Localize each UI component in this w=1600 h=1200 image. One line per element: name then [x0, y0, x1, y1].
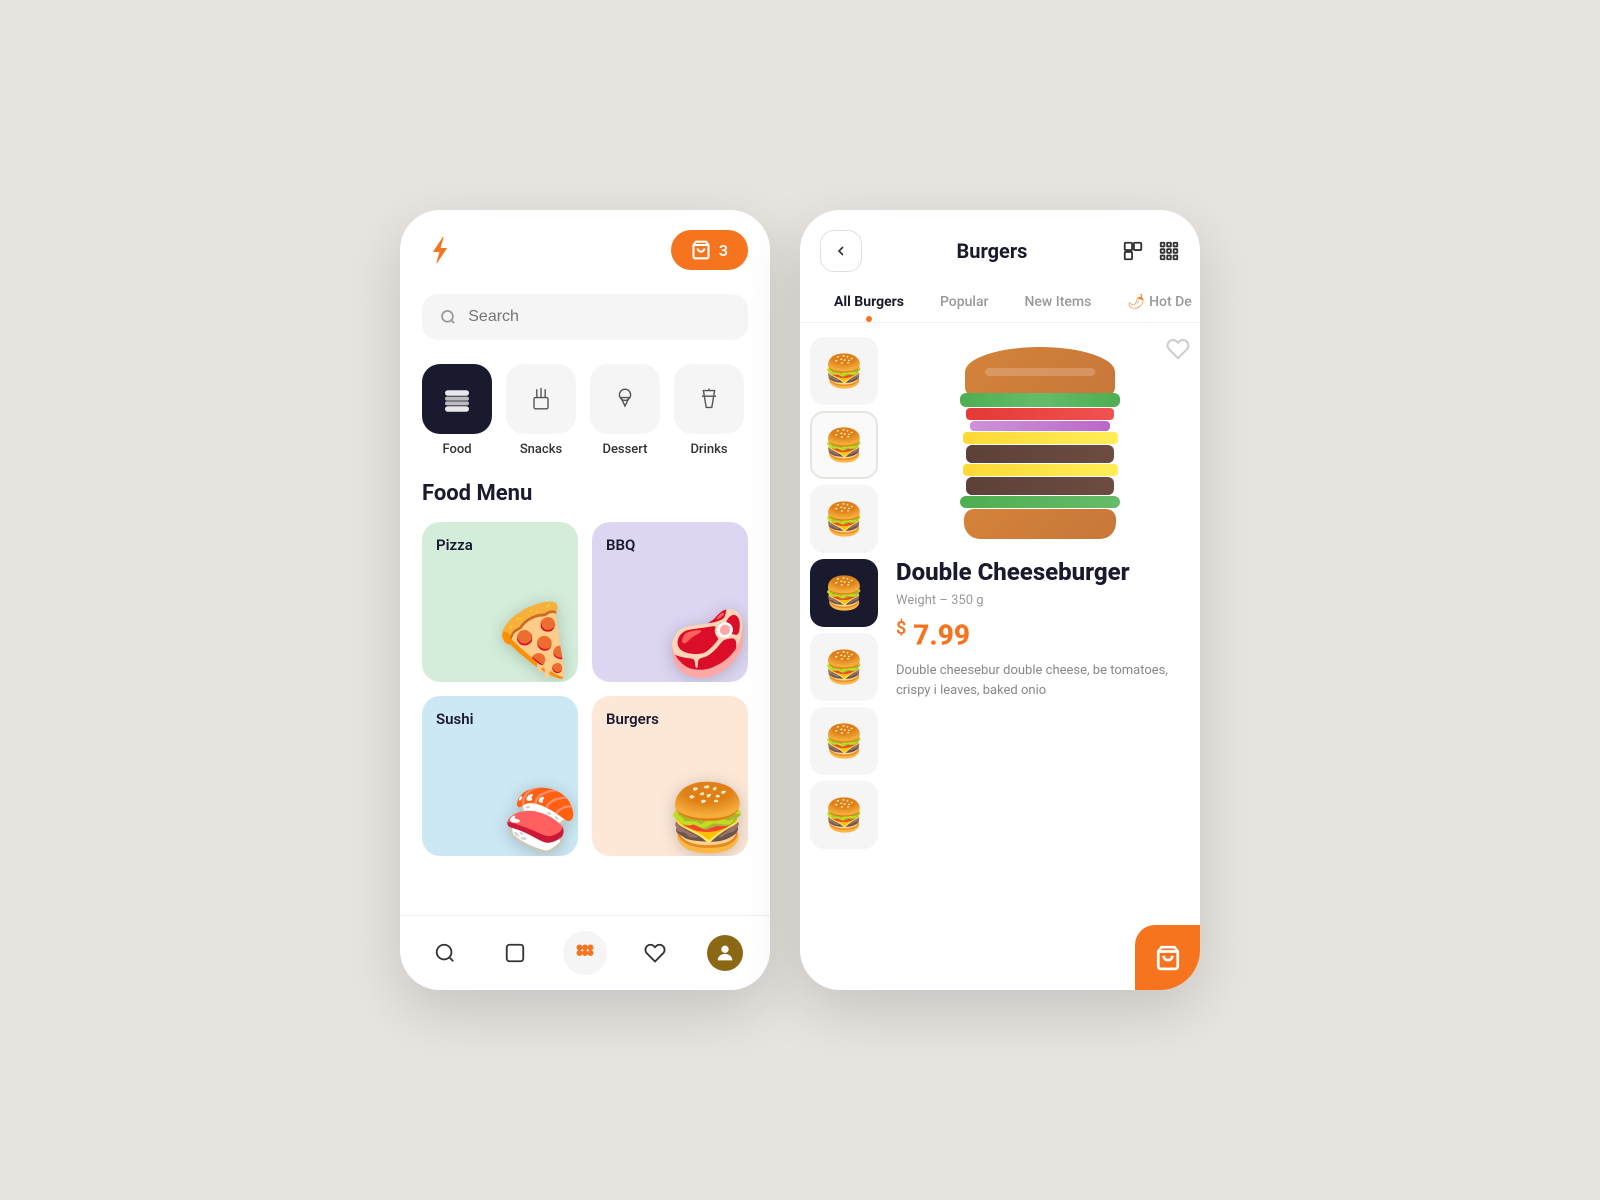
drinks-label: Drinks	[690, 442, 727, 457]
product-description: Double cheesebur double cheese, be tomat…	[896, 661, 1184, 700]
category-snacks[interactable]: Snacks	[506, 364, 576, 457]
nav-search[interactable]	[423, 931, 467, 975]
tab-popular[interactable]: Popular	[926, 286, 1003, 322]
section-title: Food Menu	[422, 481, 748, 506]
category-food[interactable]: Food	[422, 364, 492, 457]
product-detail: Double Cheeseburger Weight – 350 g $ 7.9…	[890, 323, 1200, 990]
nav-browse[interactable]	[493, 931, 537, 975]
dessert-icon-box	[590, 364, 660, 434]
tab-all-burgers[interactable]: All Burgers	[820, 286, 918, 322]
product-name: Double Cheeseburger	[896, 557, 1184, 587]
tab-hot-deals[interactable]: 🌶Hot De	[1113, 286, 1200, 322]
menu-card-pizza[interactable]: Pizza 🍕	[422, 522, 578, 682]
snacks-icon-box	[506, 364, 576, 434]
list-view-icon[interactable]	[1122, 240, 1144, 262]
cart-add-icon	[1155, 945, 1181, 971]
nav-grid[interactable]	[563, 931, 607, 975]
nav-grid-icon	[574, 942, 596, 964]
grid-view-icon[interactable]	[1158, 240, 1180, 262]
lettuce-bottom	[960, 496, 1120, 508]
thumb-burger-1[interactable]: 🍔	[810, 337, 878, 405]
patty-2	[966, 477, 1114, 495]
filter-tabs: All Burgers Popular New Items 🌶Hot De	[800, 272, 1200, 323]
price-value: 7.99	[913, 618, 970, 651]
dessert-label: Dessert	[602, 442, 647, 457]
nav-browse-icon	[504, 942, 526, 964]
category-drinks[interactable]: Drinks	[674, 364, 744, 457]
profile-avatar	[707, 935, 743, 971]
nav-heart-icon	[644, 942, 666, 964]
detail-header: Burgers	[800, 210, 1200, 272]
sushi-label: Sushi	[436, 710, 564, 728]
add-to-cart-button[interactable]	[1135, 925, 1200, 990]
menu-card-bbq[interactable]: BBQ 🥩	[592, 522, 748, 682]
lettuce-layer	[960, 393, 1120, 407]
tomato-layer	[966, 408, 1114, 420]
search-bar[interactable]	[422, 294, 748, 340]
right-phone: Burgers All Burgers Popular New Items 🌶H…	[800, 210, 1200, 990]
thumb-burger-4[interactable]: 🍔	[810, 559, 878, 627]
thumb-burger-6[interactable]: 🍔	[810, 707, 878, 775]
bun-bottom	[964, 509, 1116, 539]
drink-icon	[695, 385, 723, 413]
bbq-image: 🥩	[667, 606, 748, 682]
categories-row: Food Snacks Dessert	[422, 364, 748, 457]
food-icon-box	[422, 364, 492, 434]
pizza-label: Pizza	[436, 536, 564, 554]
cheese-layer	[963, 432, 1118, 444]
patty-1	[966, 445, 1114, 463]
menu-card-burgers[interactable]: Burgers 🍔	[592, 696, 748, 856]
product-price: $ 7.99	[896, 618, 1184, 651]
thumb-burger-3[interactable]: 🍔	[810, 485, 878, 553]
logo	[422, 232, 458, 268]
product-weight: Weight – 350 g	[896, 593, 1184, 608]
menu-grid: Pizza 🍕 BBQ 🥩 Sushi 🍣 Burgers 🍔	[422, 522, 748, 856]
food-label: Food	[442, 442, 471, 457]
nav-search-icon	[434, 942, 456, 964]
price-dollar: $	[896, 618, 906, 639]
burger-icon	[441, 383, 473, 415]
cart-button[interactable]: 3	[671, 230, 748, 270]
burgers-label: Burgers	[606, 710, 734, 728]
onion-layer	[970, 421, 1110, 431]
thumb-burger-7[interactable]: 🍔	[810, 781, 878, 849]
hot-icon: 🌶	[1127, 294, 1145, 310]
burger-thumbnail-list: 🍔 🍔 🍔 🍔 🍔 🍔 🍔	[800, 323, 890, 990]
sushi-image: 🍣	[503, 785, 578, 856]
detail-content: 🍔 🍔 🍔 🍔 🍔 🍔 🍔	[800, 323, 1200, 990]
cheese-2	[963, 464, 1118, 476]
drinks-icon-box	[674, 364, 744, 434]
fries-icon	[527, 385, 555, 413]
burgers-image: 🍔	[667, 780, 748, 856]
pizza-image: 🍕	[491, 600, 578, 682]
icecream-icon	[611, 385, 639, 413]
burger-visualization	[896, 347, 1184, 539]
nav-profile[interactable]	[703, 931, 747, 975]
snacks-label: Snacks	[520, 442, 562, 457]
detail-title: Burgers	[874, 239, 1110, 263]
cart-count: 3	[719, 241, 728, 260]
category-dessert[interactable]: Dessert	[590, 364, 660, 457]
thumb-burger-5[interactable]: 🍔	[810, 633, 878, 701]
search-icon	[440, 308, 456, 326]
menu-card-sushi[interactable]: Sushi 🍣	[422, 696, 578, 856]
bottom-nav	[400, 915, 770, 990]
search-input[interactable]	[468, 308, 730, 326]
bbq-label: BBQ	[606, 536, 734, 554]
thumb-burger-2[interactable]: 🍔	[810, 411, 878, 479]
tab-new-items[interactable]: New Items	[1010, 286, 1105, 322]
favorite-button[interactable]	[1166, 337, 1190, 367]
left-phone: 3 Food	[400, 210, 770, 990]
view-toggle	[1122, 240, 1180, 262]
back-icon	[833, 243, 849, 259]
avatar-icon	[714, 942, 736, 964]
nav-favorites[interactable]	[633, 931, 677, 975]
back-button[interactable]	[820, 230, 862, 272]
bun-top	[965, 347, 1115, 397]
app-header: 3	[422, 230, 748, 270]
